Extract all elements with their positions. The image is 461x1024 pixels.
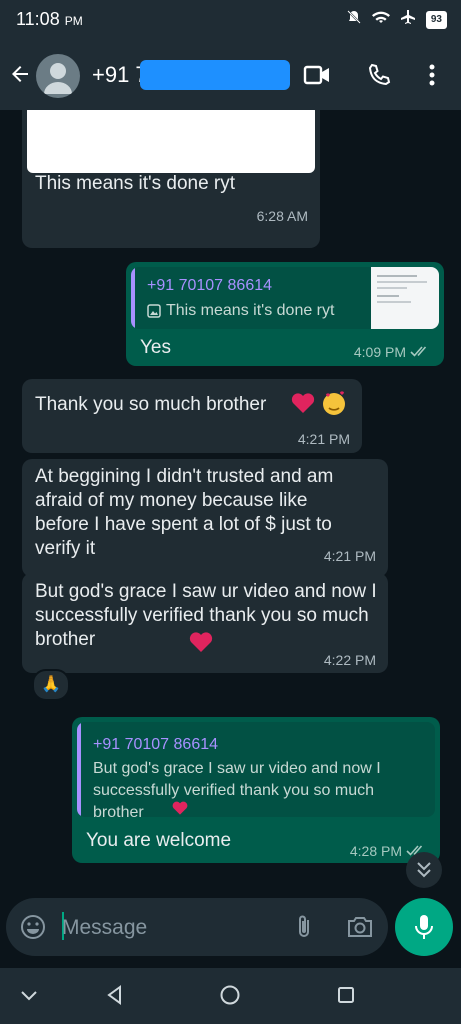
quoted-message[interactable]: +91 70107 86614 This means it's done ryt [131, 267, 439, 329]
message-text: You are welcome [86, 830, 232, 851]
wifi-icon [371, 9, 390, 30]
scroll-to-bottom-button[interactable] [406, 852, 442, 888]
message-bubble-incoming[interactable]: At beggining I didn't trusted and am afr… [22, 459, 388, 577]
quoted-text: This means it's done ryt [166, 302, 335, 319]
message-time: 4:28 PM [349, 843, 402, 859]
airplane-icon [400, 9, 416, 30]
message-time: 6:28 AM [256, 208, 308, 224]
avatar[interactable] [36, 54, 80, 98]
voice-record-button[interactable] [395, 898, 453, 956]
status-bar: 11:08 PM 93 [0, 0, 461, 40]
image-thumbnail[interactable] [27, 110, 315, 173]
status-ampm: PM [64, 14, 83, 28]
message-input-bar[interactable]: Message [6, 898, 388, 956]
phone-call-icon[interactable] [366, 62, 392, 93]
message-time: 4:21 PM [323, 548, 376, 564]
camera-icon[interactable] [346, 914, 374, 945]
battery-indicator: 93 [425, 10, 447, 29]
message-text: At beggining I didn't trusted and am afr… [35, 466, 334, 559]
status-time: 11:08 [16, 9, 60, 29]
microphone-icon [413, 913, 435, 946]
mute-icon [346, 9, 362, 30]
message-text: Yes [140, 337, 171, 358]
chat-area[interactable]: This means it's done ryt 6:28 AM +91 701… [0, 110, 461, 896]
emoji-icon[interactable] [20, 914, 46, 945]
message-input[interactable]: Message [62, 916, 147, 940]
message-time: 4:09 PM [353, 344, 406, 360]
smiling-face-hearts-emoji-icon [320, 389, 348, 422]
back-arrow-icon[interactable] [8, 62, 32, 91]
chat-header: +91 7 [0, 40, 461, 110]
heart-emoji-icon [290, 391, 316, 420]
heart-emoji-icon [188, 630, 214, 659]
message-bubble-incoming[interactable]: But god's grace I saw ur video and now I… [22, 573, 388, 673]
quoted-sender: +91 70107 86614 [93, 736, 219, 753]
quoted-image-thumbnail [371, 267, 439, 329]
quoted-sender: +91 70107 86614 [147, 277, 273, 294]
message-bubble-incoming[interactable]: Thank you so much brother 4:21 PM [22, 379, 362, 453]
message-time: 4:22 PM [323, 652, 376, 668]
more-options-icon[interactable] [424, 62, 440, 93]
message-text: This means it's done ryt [35, 173, 236, 194]
nav-home-icon[interactable] [219, 984, 241, 1011]
double-chevron-down-icon [415, 860, 433, 885]
image-icon [147, 304, 161, 323]
message-bubble-outgoing[interactable]: +91 70107 86614 But god's grace I saw ur… [72, 717, 440, 863]
attach-icon[interactable] [292, 913, 316, 946]
video-call-icon[interactable] [303, 62, 331, 93]
quoted-text: But god's grace I saw ur video and now I… [93, 760, 381, 817]
message-bubble-outgoing[interactable]: +91 70107 86614 This means it's done ryt… [126, 262, 444, 366]
quoted-message[interactable]: +91 70107 86614 But god's grace I saw ur… [77, 722, 435, 817]
heart-emoji-icon [171, 800, 189, 817]
message-bubble-incoming[interactable]: This means it's done ryt 6:28 AM [22, 110, 320, 248]
system-nav-bar [0, 968, 461, 1024]
reaction-badge[interactable]: 🙏 [32, 669, 70, 701]
message-text: Thank you so much brother [35, 394, 267, 415]
redaction-mark [140, 60, 290, 90]
hide-keyboard-icon[interactable] [18, 984, 40, 1011]
nav-back-icon[interactable] [104, 984, 126, 1011]
read-receipt-icon [410, 344, 432, 363]
nav-recents-icon[interactable] [335, 984, 357, 1011]
message-time: 4:21 PM [297, 431, 350, 447]
